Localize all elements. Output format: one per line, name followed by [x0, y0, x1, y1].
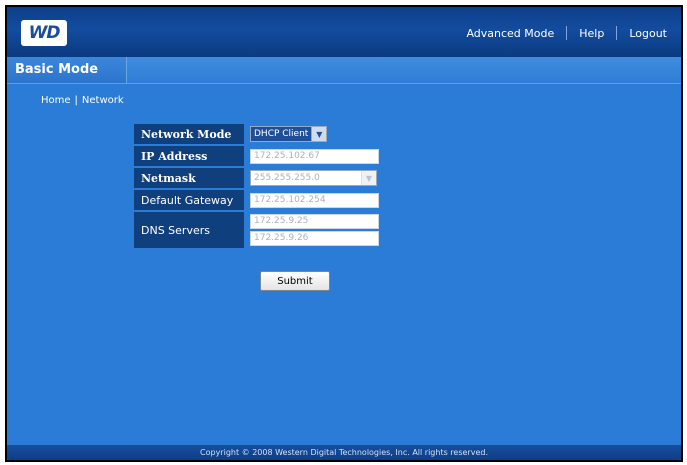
nav-advanced-mode[interactable]: Advanced Mode	[466, 27, 554, 40]
network-settings-form: Network Mode DHCP Client ▼ IP Address 17…	[134, 124, 379, 250]
default-gateway-input[interactable]: 172.25.102.254	[250, 192, 379, 208]
nav-help[interactable]: Help	[579, 27, 604, 40]
wd-logo: WD	[21, 20, 67, 46]
netmask-row: Netmask 255.255.255.0 ▼	[134, 168, 379, 188]
netmask-select[interactable]: 255.255.255.0 ▼	[250, 170, 377, 186]
breadcrumb-network[interactable]: Network	[82, 95, 124, 106]
app-window: WD Advanced Mode Help Logout Basic Mode …	[5, 5, 683, 462]
chevron-down-icon[interactable]: ▼	[361, 171, 376, 185]
dns-servers-row: DNS Servers 172.25.9.25 172.25.9.26	[134, 212, 379, 248]
ip-address-input[interactable]: 172.25.102.67	[250, 148, 379, 164]
dns-secondary-input[interactable]: 172.25.9.26	[250, 231, 379, 246]
default-gateway-label: Default Gateway	[134, 190, 244, 210]
chevron-down-icon[interactable]: ▼	[311, 127, 327, 141]
logo-text: WD	[28, 23, 61, 43]
default-gateway-row: Default Gateway 172.25.102.254	[134, 190, 379, 210]
footer-copyright: Copyright © 2008 Western Digital Technol…	[7, 445, 681, 460]
network-mode-select[interactable]: DHCP Client ▼	[250, 126, 328, 142]
netmask-value: 255.255.255.0	[254, 173, 320, 183]
dns-servers-label: DNS Servers	[134, 212, 244, 248]
network-mode-row: Network Mode DHCP Client ▼	[134, 124, 379, 144]
submit-button[interactable]: Submit	[260, 271, 330, 291]
nav-logout[interactable]: Logout	[629, 27, 667, 40]
breadcrumb-home[interactable]: Home	[41, 95, 71, 106]
nav-divider	[616, 26, 618, 40]
tab-basic-mode[interactable]: Basic Mode	[7, 57, 127, 83]
ip-address-row: IP Address 172.25.102.67	[134, 146, 379, 166]
breadcrumb-separator: |	[74, 95, 78, 106]
header-bar: WD Advanced Mode Help Logout	[7, 7, 681, 57]
breadcrumb: Home | Network	[41, 95, 124, 106]
network-mode-value: DHCP Client	[251, 127, 312, 141]
network-mode-label: Network Mode	[134, 124, 244, 144]
nav-divider	[566, 26, 568, 40]
top-navigation: Advanced Mode Help Logout	[466, 26, 667, 40]
tab-bar: Basic Mode	[7, 57, 681, 84]
netmask-label: Netmask	[134, 168, 244, 188]
ip-address-label: IP Address	[134, 146, 244, 166]
dns-primary-input[interactable]: 172.25.9.25	[250, 214, 379, 229]
